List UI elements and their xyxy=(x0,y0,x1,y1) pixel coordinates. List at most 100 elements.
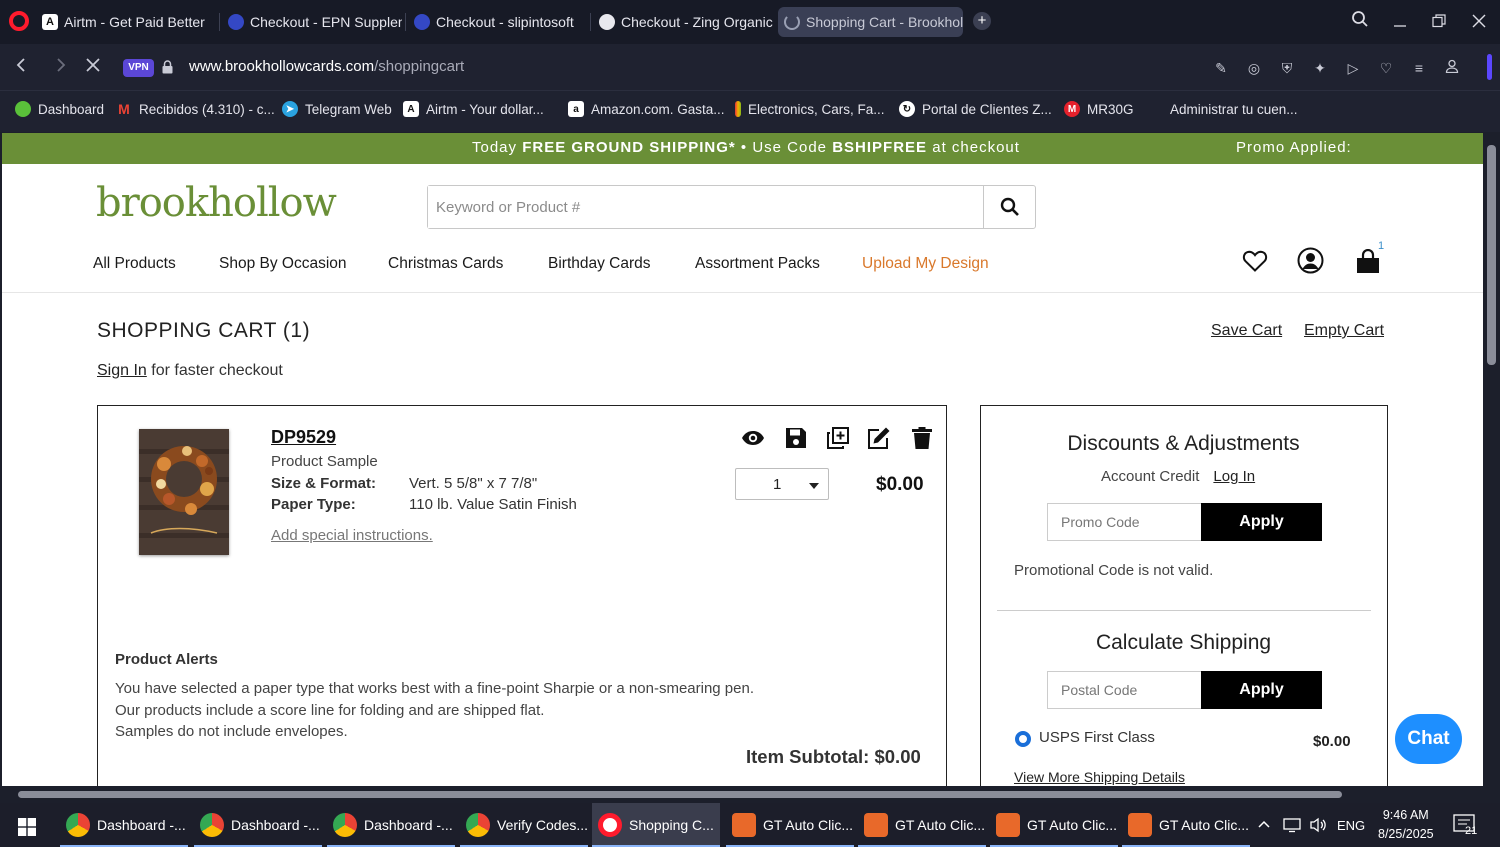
nav-shop-by-occasion[interactable]: Shop By Occasion xyxy=(219,255,347,273)
save-icon[interactable] xyxy=(784,426,808,450)
tab-airtm[interactable]: A Airtm - Get Paid Better xyxy=(36,7,216,37)
bookmark-apple[interactable]: Administrar tu cuen... xyxy=(1147,101,1298,117)
gt-auto-clicker-icon xyxy=(864,813,888,837)
promo-applied: Promo Applied: xyxy=(1236,139,1352,156)
taskbar-label: Dashboard -... xyxy=(364,817,453,833)
taskbar-label: GT Auto Clic... xyxy=(1027,817,1117,833)
back-icon[interactable] xyxy=(14,57,28,78)
camera-icon[interactable]: ◎ xyxy=(1245,59,1263,77)
clock-time: 9:46 AM xyxy=(1382,808,1429,822)
sign-in-suffix: for faster checkout xyxy=(146,362,283,379)
apply-promo-button[interactable]: Apply xyxy=(1201,503,1322,541)
scrollbar-thumb[interactable] xyxy=(18,791,1342,798)
taskbar-chrome-verify[interactable]: Verify Codes... xyxy=(460,803,588,847)
site-logo[interactable]: brookhollow xyxy=(96,180,337,226)
taskbar-chrome-dashboard-2[interactable]: Dashboard -... xyxy=(194,803,322,847)
save-cart-link[interactable]: Save Cart xyxy=(1211,322,1282,340)
taskbar-gt-auto-1[interactable]: GT Auto Clic... xyxy=(726,803,854,847)
header-divider xyxy=(2,292,1483,293)
log-in-link[interactable]: Log In xyxy=(1213,468,1255,485)
bookmark-portal[interactable]: ↻ Portal de Clientes Z... xyxy=(899,101,1052,117)
product-thumbnail[interactable] xyxy=(139,429,229,555)
windows-start-icon[interactable] xyxy=(18,818,36,836)
eye-icon[interactable] xyxy=(741,426,765,450)
restore-icon[interactable] xyxy=(1432,13,1446,33)
scrollbar-thumb[interactable] xyxy=(1487,145,1496,365)
chevron-up-icon[interactable] xyxy=(1257,817,1271,834)
new-tab-icon[interactable]: + xyxy=(973,12,991,30)
vertical-scrollbar[interactable] xyxy=(1483,133,1500,786)
wishlist-heart-icon[interactable] xyxy=(1242,249,1268,273)
tab-epn[interactable]: Checkout - EPN Suppleme xyxy=(222,7,402,37)
tab-zing[interactable]: Checkout - Zing Organics xyxy=(593,7,773,37)
promo-code-input[interactable] xyxy=(1048,504,1202,540)
url-field[interactable]: www.brookhollowcards.com/shoppingcart xyxy=(189,58,464,75)
product-sku-link[interactable]: DP9529 xyxy=(271,427,336,448)
taskbar-gt-auto-2[interactable]: GT Auto Clic... xyxy=(858,803,986,847)
nav-all-products[interactable]: All Products xyxy=(93,255,176,273)
shipping-method-radio[interactable] xyxy=(1015,731,1031,747)
bookmark-gmail[interactable]: M Recibidos (4.310) - c... xyxy=(116,101,275,117)
view-more-shipping-link[interactable]: View More Shipping Details xyxy=(1014,769,1185,785)
language-indicator[interactable]: ENG xyxy=(1337,818,1365,833)
gmail-icon: M xyxy=(118,101,130,117)
trash-icon[interactable] xyxy=(910,426,934,450)
network-icon[interactable] xyxy=(1283,817,1301,836)
nav-birthday-cards[interactable]: Birthday Cards xyxy=(548,255,651,273)
tab-slipintosoft[interactable]: Checkout - slipintosoft xyxy=(408,7,588,37)
item-price: $0.00 xyxy=(876,474,924,495)
edit-icon[interactable] xyxy=(867,426,891,450)
taskbar-opera-shopping[interactable]: Shopping C... xyxy=(592,803,720,847)
forward-icon[interactable] xyxy=(54,57,68,78)
chrome-icon xyxy=(466,813,490,837)
taskbar-chrome-dashboard-3[interactable]: Dashboard -... xyxy=(327,803,455,847)
taskbar-gt-auto-4[interactable]: GT Auto Clic... xyxy=(1122,803,1250,847)
add-special-instructions-link[interactable]: Add special instructions. xyxy=(271,527,433,544)
sign-in-link[interactable]: Sign In xyxy=(97,362,147,379)
bookmark-dashboard[interactable]: Dashboard xyxy=(15,101,104,117)
promo-text: • Use Code xyxy=(735,139,833,156)
postal-code-input[interactable] xyxy=(1048,672,1202,708)
search-input[interactable] xyxy=(428,186,983,228)
quantity-select[interactable]: 1 xyxy=(735,468,829,500)
chat-button[interactable]: Chat xyxy=(1395,714,1462,764)
minimize-icon[interactable] xyxy=(1393,13,1407,33)
bookmark-ebay[interactable]: Electronics, Cars, Fa... xyxy=(735,101,885,117)
empty-cart-link[interactable]: Empty Cart xyxy=(1304,322,1384,340)
taskbar-gt-auto-3[interactable]: GT Auto Clic... xyxy=(990,803,1118,847)
horizontal-scrollbar[interactable] xyxy=(0,786,1500,803)
nav-christmas-cards[interactable]: Christmas Cards xyxy=(388,255,503,273)
account-icon[interactable] xyxy=(1297,247,1324,274)
taskbar-clock[interactable]: 9:46 AM 8/25/2025 xyxy=(1378,806,1434,844)
vpn-badge[interactable]: VPN xyxy=(123,59,154,77)
player-icon[interactable]: ▷ xyxy=(1344,59,1362,77)
nav-upload-my-design[interactable]: Upload My Design xyxy=(862,255,989,273)
translate-icon[interactable]: ✦ xyxy=(1311,59,1329,77)
tab-shopping-cart[interactable]: Shopping Cart - Brookholl xyxy=(778,7,963,37)
bookmark-amazon[interactable]: a Amazon.com. Gasta... xyxy=(568,101,725,117)
nav-assortment-packs[interactable]: Assortment Packs xyxy=(695,255,820,273)
stop-loading-icon[interactable] xyxy=(85,57,101,78)
close-icon[interactable] xyxy=(1472,13,1486,33)
url-domain: www.brookhollowcards.com xyxy=(189,58,375,75)
heart-icon[interactable]: ♡ xyxy=(1377,59,1395,77)
bookmark-mr30g[interactable]: M MR30G xyxy=(1064,101,1134,117)
opera-logo-icon[interactable] xyxy=(9,11,29,31)
bookmark-airtm[interactable]: A Airtm - Your dollar... xyxy=(403,101,544,117)
search-tabs-icon[interactable] xyxy=(1351,10,1369,33)
duplicate-icon[interactable] xyxy=(826,426,850,450)
apply-postal-button[interactable]: Apply xyxy=(1201,671,1322,709)
bookmark-label: Recibidos (4.310) - c... xyxy=(139,101,275,117)
adblock-icon[interactable]: ⛨ xyxy=(1278,59,1296,77)
easy-setup-icon[interactable]: ≡ xyxy=(1410,59,1428,77)
edit-page-icon[interactable]: ✎ xyxy=(1212,59,1230,77)
profile-icon[interactable] xyxy=(1443,59,1461,77)
volume-icon[interactable] xyxy=(1309,817,1327,836)
bookmark-telegram[interactable]: ➤ Telegram Web xyxy=(282,101,392,117)
clock-date: 8/25/2025 xyxy=(1378,827,1434,841)
taskbar-chrome-dashboard-1[interactable]: Dashboard -... xyxy=(60,803,188,847)
search-button[interactable] xyxy=(983,186,1035,228)
lock-icon[interactable] xyxy=(162,60,173,74)
shipping-method-label: USPS First Class xyxy=(1039,729,1155,746)
cart-bag-icon[interactable] xyxy=(1355,249,1381,275)
